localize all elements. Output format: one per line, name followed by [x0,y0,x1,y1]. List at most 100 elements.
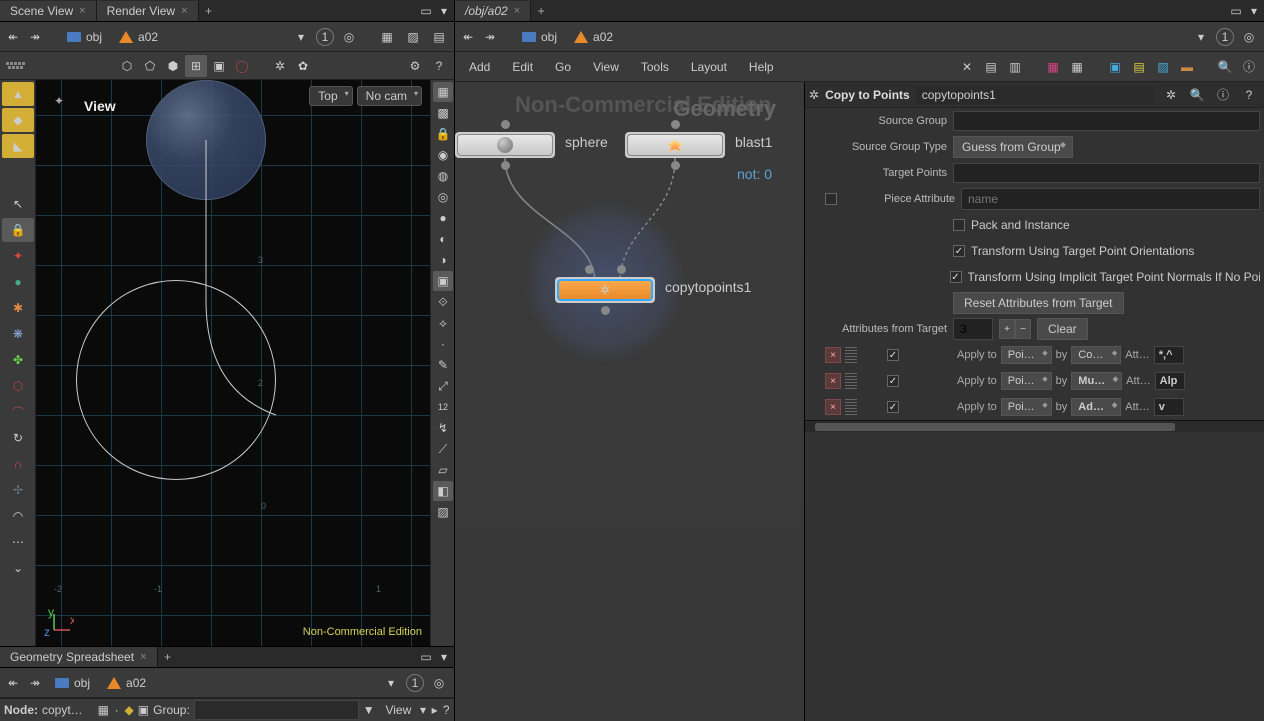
node-output[interactable] [501,161,510,170]
grid2-icon[interactable]: ▦ [1066,56,1088,78]
select-visible-icon[interactable]: ▣ [208,55,230,77]
link-icon[interactable]: ◎ [428,672,450,694]
help-icon[interactable]: ? [1238,84,1260,106]
add-tab-button[interactable]: + [531,4,551,18]
menu-icon[interactable]: ▾ [1246,3,1262,19]
checkbox-pack[interactable] [953,219,965,231]
lock-icon[interactable]: 🔒 [433,124,453,144]
lock-icon[interactable]: 🔒 [2,218,34,242]
grip-icon[interactable] [845,373,857,389]
node-input-2[interactable] [617,265,626,274]
network-canvas[interactable]: Non-Commercial Edition Geometry sphere b… [455,82,804,721]
icon-p[interactable]: ◧ [433,481,453,501]
options-icon[interactable]: ⚙ [404,55,426,77]
panel-icon[interactable]: ▣ [1104,56,1126,78]
select-apply[interactable]: Poi… [1001,398,1052,416]
info-icon[interactable]: ⓘ [1212,84,1234,106]
info-icon[interactable]: ⓘ [1238,56,1260,78]
dropdown-icon[interactable]: ▾ [1190,26,1212,48]
input-target-points[interactable] [953,163,1260,183]
wrench-icon[interactable]: ✕ [956,56,978,78]
path-node[interactable]: a02 [567,27,619,47]
select-object-icon[interactable]: ⬡ [116,55,138,77]
reset-button[interactable]: Reset Attributes from Target [953,292,1124,314]
icon-a[interactable]: ◍ [433,166,453,186]
node-output[interactable] [601,306,610,315]
display-mode-1-icon[interactable]: ▦ [433,82,453,102]
menu-icon[interactable]: ▾ [436,3,452,19]
flipbook-icon[interactable]: ▤ [428,26,450,48]
display-icon[interactable]: ▦ [376,26,398,48]
back-arrow-icon[interactable]: ↞ [4,674,22,692]
clear-button[interactable]: Clear [1037,318,1088,340]
tool-m-icon[interactable]: ⌄ [2,556,34,580]
tool-a-icon[interactable]: ✦ [2,244,34,268]
select-contained-icon[interactable]: ◯ [231,55,253,77]
icon-d[interactable]: ◐ [433,229,453,249]
globe-icon[interactable]: ◉ [433,145,453,165]
filter-icon[interactable]: ▼ [363,699,375,721]
icon-g[interactable]: ⟐ [433,292,453,312]
maximize-icon[interactable]: ▭ [1228,3,1244,19]
tool-b-icon[interactable]: ● [2,270,34,294]
delete-row-button[interactable]: × [825,347,841,363]
attrs-plus-button[interactable]: + [999,319,1015,339]
ss-icon-3[interactable]: ◆ [125,699,134,721]
node-input[interactable] [501,120,510,129]
help-icon[interactable]: ? [428,55,450,77]
ss-icon-4[interactable]: ▣ [138,699,149,721]
input-attr[interactable]: v [1154,398,1184,416]
cursor-icon[interactable]: ↖ [2,192,34,216]
icon-b[interactable]: ◎ [433,187,453,207]
node-blast[interactable]: blast1 [625,132,725,158]
tool-l-icon[interactable]: ⋯ [2,530,34,554]
view-top-dropdown[interactable]: Top [309,86,352,106]
dropdown-icon[interactable]: ▾ [290,26,312,48]
input-attr[interactable]: *,^ [1154,346,1184,364]
forward-arrow-icon[interactable]: ↠ [26,674,44,692]
select-by[interactable]: Mu… [1071,372,1122,390]
icon-c[interactable]: ● [433,208,453,228]
grip-icon[interactable] [845,347,857,363]
grip-icon[interactable] [845,399,857,415]
grid-icon[interactable]: ▦ [1042,56,1064,78]
view-cam-dropdown[interactable]: No cam [357,86,422,106]
tool-primitive-icon[interactable]: ▲ [2,82,34,106]
back-arrow-icon[interactable]: ↞ [459,28,477,46]
menu-layout[interactable]: Layout [681,56,737,78]
icon-n[interactable]: ⟋ [433,439,453,459]
folder-icon[interactable]: ▬ [1176,56,1198,78]
input-source-group[interactable] [953,111,1260,131]
forward-arrow-icon[interactable]: ↠ [481,28,499,46]
dropdown-icon[interactable]: ▾ [419,699,427,721]
tool-k-icon[interactable]: ◠ [2,504,34,528]
select-apply[interactable]: Poi… [1001,372,1052,390]
icon-f[interactable]: ▣ [433,271,453,291]
close-icon[interactable]: × [79,5,85,17]
tool-box-icon[interactable]: ◆ [2,108,34,132]
note-icon[interactable]: ▤ [1128,56,1150,78]
menu-go[interactable]: Go [545,56,581,78]
path-obj[interactable]: obj [48,673,96,693]
node-input-1[interactable] [585,265,594,274]
select-face-icon[interactable]: ⬢ [162,55,184,77]
help-icon[interactable]: ? [442,699,450,721]
ss-icon-2[interactable]: · [113,699,121,721]
attrs-minus-button[interactable]: − [1015,319,1031,339]
camera-icon[interactable]: ✦ [54,94,64,108]
select-edge-icon[interactable]: ⬠ [139,55,161,77]
input-piece-attr[interactable] [961,188,1260,210]
pin-badge[interactable]: 1 [1216,28,1234,46]
maximize-icon[interactable]: ▭ [418,3,434,19]
menu-add[interactable]: Add [459,56,500,78]
render-icon[interactable]: ▨ [402,26,424,48]
search-icon[interactable]: 🔍 [1214,56,1236,78]
close-icon[interactable]: × [140,651,146,663]
path-node[interactable]: a02 [100,673,152,693]
icon-h[interactable]: ⟡ [433,313,453,333]
input-attr[interactable]: Alp [1155,372,1185,390]
node-copytopoints[interactable]: ✲ copytopoints1 [555,277,655,303]
path-obj[interactable]: obj [60,27,108,47]
ss-icon-1[interactable]: ▦ [98,699,109,721]
node-output[interactable] [671,161,680,170]
